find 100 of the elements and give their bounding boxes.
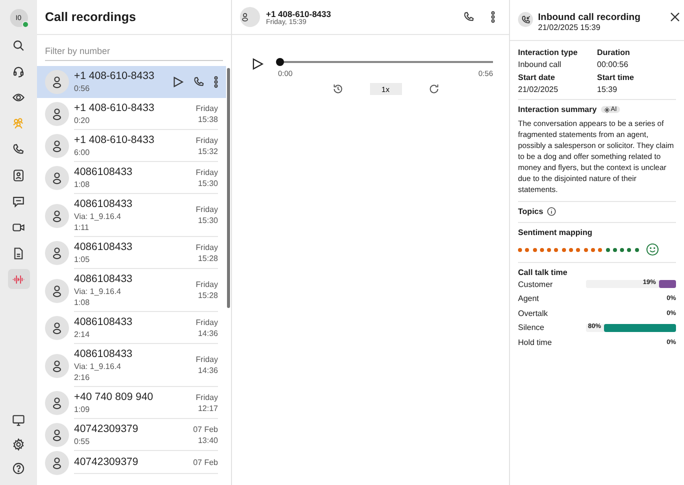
phone-icon[interactable] (463, 11, 475, 23)
call-duration: 0:55 (74, 436, 91, 446)
via-label: Via: 1_9.16.4 (74, 210, 122, 222)
play-icon[interactable] (251, 57, 264, 71)
field-value: 21/02/2025 (518, 85, 560, 94)
call-time: 14:36 (198, 328, 218, 338)
call-time: 15:32 (198, 146, 218, 156)
phone-number: 4086108433 (74, 166, 132, 178)
help-icon[interactable] (12, 462, 25, 474)
call-duration: 1:08 (74, 296, 91, 308)
person-icon (50, 171, 64, 185)
call-time: 15:30 (198, 178, 218, 188)
person-icon (50, 456, 64, 470)
info-icon[interactable] (547, 207, 556, 216)
recording-item[interactable]: 4086108433 2:14 Friday 14:36 (37, 312, 226, 344)
more-icon[interactable] (214, 76, 218, 88)
talk-label: Silence (518, 323, 546, 332)
person-icon (50, 284, 64, 298)
call-day: Friday (196, 204, 218, 215)
call-duration: 1:08 (74, 178, 91, 190)
recording-item[interactable]: 4086108433 Via: 1_9.16.4 1:08 Friday 15:28 (37, 269, 226, 312)
recording-item[interactable]: 4086108433 1:08 Friday 15:30 (37, 162, 226, 194)
phone-number: 4086108433 (74, 348, 132, 360)
phone-icon[interactable] (193, 76, 205, 88)
person-icon (50, 107, 64, 121)
recording-item[interactable]: 4086108433 1:05 Friday 15:28 (37, 237, 226, 269)
field-value: 15:39 (597, 85, 618, 94)
field-value: 00:00:56 (597, 60, 630, 69)
call-time: 14:36 (198, 365, 218, 376)
call-day: Friday (196, 392, 218, 402)
phone-number: +1 408-610-8433 (74, 102, 154, 114)
video-icon[interactable] (12, 220, 25, 234)
contact-card-icon[interactable] (12, 168, 25, 182)
rewind-icon[interactable] (332, 83, 344, 95)
phone-number: +1 408-610-8433 (74, 70, 154, 82)
forward-icon[interactable] (428, 83, 440, 95)
talk-label: Overtalk (518, 308, 549, 318)
search-icon[interactable] (12, 38, 25, 52)
panel-title: Call recordings (45, 10, 136, 24)
recording-item[interactable]: 40742309379 07 Feb (37, 451, 226, 475)
phone-number: +40 740 809 940 (74, 390, 154, 404)
talk-label: Hold time (518, 338, 553, 347)
recording-item[interactable]: +1 408-610-8433 0:56 (37, 66, 226, 98)
call-day: Friday (196, 316, 218, 328)
play-icon[interactable] (172, 76, 184, 88)
phone-number: 4086108433 (74, 240, 132, 254)
person-icon (50, 75, 64, 89)
field-label: Start date (518, 73, 556, 82)
section-title: Sentiment mapping (518, 228, 592, 237)
phone-icon[interactable] (12, 142, 25, 156)
monitor-icon[interactable] (12, 414, 25, 426)
call-time: 12:17 (198, 402, 218, 414)
chat-icon[interactable] (12, 194, 25, 208)
phone-number: 4086108433 (74, 198, 132, 210)
phone-number: 4086108433 (74, 316, 132, 328)
person-icon (50, 358, 64, 372)
call-duration: 1:05 (74, 254, 91, 264)
recording-item[interactable]: +1 408-610-8433 6:00 Friday 15:32 (37, 130, 226, 162)
more-icon[interactable] (491, 11, 495, 23)
person-icon (240, 10, 250, 24)
call-time: 15:30 (198, 215, 218, 226)
slider-handle[interactable] (276, 58, 284, 66)
person-icon (50, 246, 64, 260)
smiley-icon (646, 243, 660, 256)
person-icon (50, 321, 64, 335)
recording-item[interactable]: +1 408-610-8433 0:20 Friday 15:38 (37, 98, 226, 130)
call-time: 13:40 (198, 434, 218, 446)
call-time: 15:28 (198, 290, 218, 301)
recording-item[interactable]: 4086108433 Via: 1_9.16.4 2:16 Friday 14:36 (37, 344, 226, 387)
call-day: Friday (196, 166, 218, 178)
recording-datetime: 21/02/2025 15:39 (538, 23, 602, 32)
close-icon[interactable] (670, 12, 680, 22)
field-label: Duration (597, 48, 631, 57)
recording-item[interactable]: +40 740 809 940 1:09 Friday 12:17 (37, 387, 226, 419)
recording-item[interactable]: 4086108433 Via: 1_9.16.4 1:11 Friday 15:30 (37, 194, 226, 237)
call-duration: 1:09 (74, 404, 91, 414)
recording-item[interactable]: 40742309379 0:55 07 Feb 13:40 (37, 419, 226, 451)
progress-slider[interactable] (278, 58, 493, 66)
call-duration: 2:14 (74, 328, 91, 340)
via-label: Via: 1_9.16.4 (74, 286, 122, 296)
settings-icon[interactable] (12, 438, 25, 450)
call-duration: 0:20 (74, 114, 91, 126)
phone-number: 40742309379 (74, 422, 138, 436)
field-label: Interaction type (518, 48, 579, 57)
field-value: Inbound call (518, 60, 562, 69)
call-day: Friday (196, 102, 218, 114)
section-title: Topics (518, 207, 544, 216)
call-day: Friday (196, 279, 218, 290)
call-day: 07 Feb (193, 424, 218, 434)
talk-label: Customer (518, 280, 554, 289)
phone-number: 4086108433 (74, 272, 132, 286)
phone-number: 40742309379 (74, 456, 138, 469)
caller-number: +1 408-610-8433 (266, 8, 332, 18)
document-icon[interactable] (12, 246, 25, 260)
headset-icon[interactable] (12, 64, 25, 78)
section-title: Call talk time (518, 268, 568, 277)
waveform-icon[interactable] (12, 272, 25, 286)
call-duration: 1:11 (74, 222, 90, 232)
scrollbar[interactable] (227, 68, 230, 308)
person-icon (50, 208, 64, 222)
